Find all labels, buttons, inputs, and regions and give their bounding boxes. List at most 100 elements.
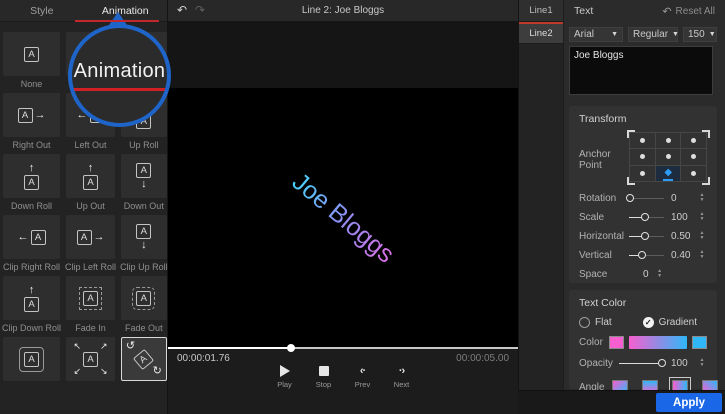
preset-label: Fade Out (120, 323, 168, 333)
gradient-preview-bar[interactable] (629, 336, 687, 349)
expand-icon: ↖↗↙↘A (74, 342, 108, 376)
text-content-input[interactable]: Joe Bloggs (569, 46, 713, 95)
horizontal-row: Horizontal0.50▲▼ (579, 229, 707, 243)
vertical-slider[interactable] (629, 250, 664, 260)
anchor-dot-icon (666, 154, 671, 159)
anchor-point-row: Anchor Point ◆ (579, 132, 707, 182)
tab-style[interactable]: Style (0, 0, 84, 21)
anchor-cell-4[interactable] (656, 149, 682, 165)
boxed-a-icon: A (19, 347, 44, 372)
horizontal-slider[interactable] (629, 231, 664, 241)
stepper-down-icon[interactable]: ▼ (657, 274, 662, 279)
stepper-down-icon[interactable]: ▼ (700, 255, 705, 260)
space-stepper[interactable]: ▲▼ (655, 269, 665, 279)
flat-radio[interactable] (579, 317, 590, 328)
bottom-action-bar: Apply (518, 390, 725, 414)
opacity-slider[interactable] (619, 358, 664, 368)
video-text-overlay[interactable]: Joe Bloggs (286, 167, 399, 269)
stepper-down-icon[interactable]: ▼ (700, 198, 705, 203)
reset-all-button[interactable]: ↶ Reset All (662, 5, 715, 18)
timeline-playhead[interactable] (287, 344, 295, 352)
apply-button[interactable]: Apply (656, 393, 722, 412)
anchor-dot-icon (691, 154, 696, 159)
gradient-label: Gradient (659, 317, 697, 328)
timeline-track[interactable] (168, 347, 518, 349)
slider-handle[interactable] (638, 251, 646, 259)
gradient-color-row: Color (579, 336, 707, 349)
transform-title: Transform (579, 113, 707, 125)
animation-preset-clip-up-roll[interactable]: A↓ (121, 215, 167, 259)
scale-slider[interactable] (629, 212, 664, 222)
rotation-stepper[interactable]: ▲▼ (697, 193, 707, 203)
animation-preset-item-15[interactable]: A (3, 337, 60, 381)
animation-preset-fade-out[interactable]: A (121, 276, 167, 320)
animation-preset-none[interactable]: A (3, 32, 60, 76)
animation-preset-item-16[interactable]: ↖↗↙↘A (66, 337, 115, 381)
prev-icon: ‹· (360, 365, 365, 377)
slider-handle[interactable] (658, 359, 666, 367)
animation-preset-clip-right-roll[interactable]: ←A (3, 215, 60, 259)
transform-section: Transform Anchor Point ◆ Rotation0▲▼Scal… (569, 106, 717, 283)
gradient-start-swatch[interactable] (609, 336, 624, 349)
preset-cell: A↓Clip Up Roll (120, 213, 168, 274)
video-canvas: Joe Bloggs (168, 88, 518, 348)
redo-icon[interactable]: ↷ (195, 3, 205, 17)
anchor-point-label: Anchor Point (579, 132, 629, 182)
anchor-cell-5[interactable] (681, 149, 707, 165)
timeline-progress (168, 347, 291, 349)
font-size-select[interactable]: 150 ▼ (683, 27, 717, 42)
animation-preset-down-roll[interactable]: ↑A (3, 154, 60, 198)
play-button[interactable]: Play (273, 365, 297, 389)
text-color-section: Text Color Flat ✓ Gradient Color Opacity (569, 290, 717, 389)
horizontal-value: 0.50 (669, 231, 697, 242)
fade-out-icon: A (132, 287, 155, 310)
vertical-label: Vertical (579, 250, 629, 261)
gradient-radio-checked-icon[interactable]: ✓ (643, 317, 654, 328)
gradient-radio-group: ✓ Gradient (643, 317, 697, 328)
animation-preset-clip-left-roll[interactable]: A→ (66, 215, 115, 259)
font-family-select[interactable]: Arial ▼ (569, 27, 623, 42)
opacity-stepper[interactable]: ▲▼ (697, 358, 707, 368)
slider-handle[interactable] (641, 232, 649, 240)
prev-button[interactable]: ‹· Prev (351, 365, 375, 389)
stop-button[interactable]: Stop (312, 365, 336, 389)
arrow-up-icon: ↑ (88, 163, 94, 174)
horizontal-stepper[interactable]: ▲▼ (697, 231, 707, 241)
preset-cell: ↑AClip Down Roll (2, 274, 61, 335)
slider-handle[interactable] (641, 213, 649, 221)
gradient-end-swatch[interactable] (692, 336, 707, 349)
animation-preset-clip-down-roll[interactable]: ↑A (3, 276, 60, 320)
stepper-down-icon[interactable]: ▼ (700, 217, 705, 222)
vertical-stepper[interactable]: ▲▼ (697, 250, 707, 260)
scale-stepper[interactable]: ▲▼ (697, 212, 707, 222)
letter-a-icon: A (133, 348, 154, 369)
stepper-down-icon[interactable]: ▼ (700, 363, 705, 368)
anchor-cell-1[interactable] (656, 133, 682, 149)
undo-icon[interactable]: ↶ (177, 3, 187, 17)
space-label: Space (579, 269, 629, 280)
font-style-select[interactable]: Regular ▼ (628, 27, 678, 42)
rotation-slider[interactable] (629, 193, 664, 203)
bracket-icon (702, 177, 710, 185)
slider-handle[interactable] (626, 194, 634, 202)
line-item-line1[interactable]: Line1 (519, 0, 563, 22)
stop-icon (319, 365, 329, 377)
transport-label: Prev (355, 380, 370, 389)
anchor-cell-3[interactable] (630, 149, 656, 165)
active-tab-underline (75, 20, 159, 22)
anchor-selected-icon: ◆ (664, 168, 672, 178)
next-button[interactable]: ·›Next (390, 365, 414, 389)
animation-preset-down-out[interactable]: A↓ (121, 154, 167, 198)
animation-preset-fade-in[interactable]: A (66, 276, 115, 320)
stepper-down-icon[interactable]: ▼ (700, 236, 705, 241)
next-icon: ·› (399, 365, 404, 377)
animation-preset-up-out[interactable]: ↑A (66, 154, 115, 198)
anchor-cell-7[interactable]: ◆ (656, 166, 682, 182)
preset-cell: ANone (2, 30, 61, 91)
text-color-title: Text Color (579, 297, 707, 309)
reset-icon: ↶ (662, 5, 671, 18)
letter-a-icon: A (83, 291, 98, 306)
line-item-line2[interactable]: Line2 (519, 22, 563, 44)
animation-preset-item-17[interactable]: ↺A↻ (121, 337, 167, 381)
animation-preset-right-out[interactable]: A→ (3, 93, 60, 137)
